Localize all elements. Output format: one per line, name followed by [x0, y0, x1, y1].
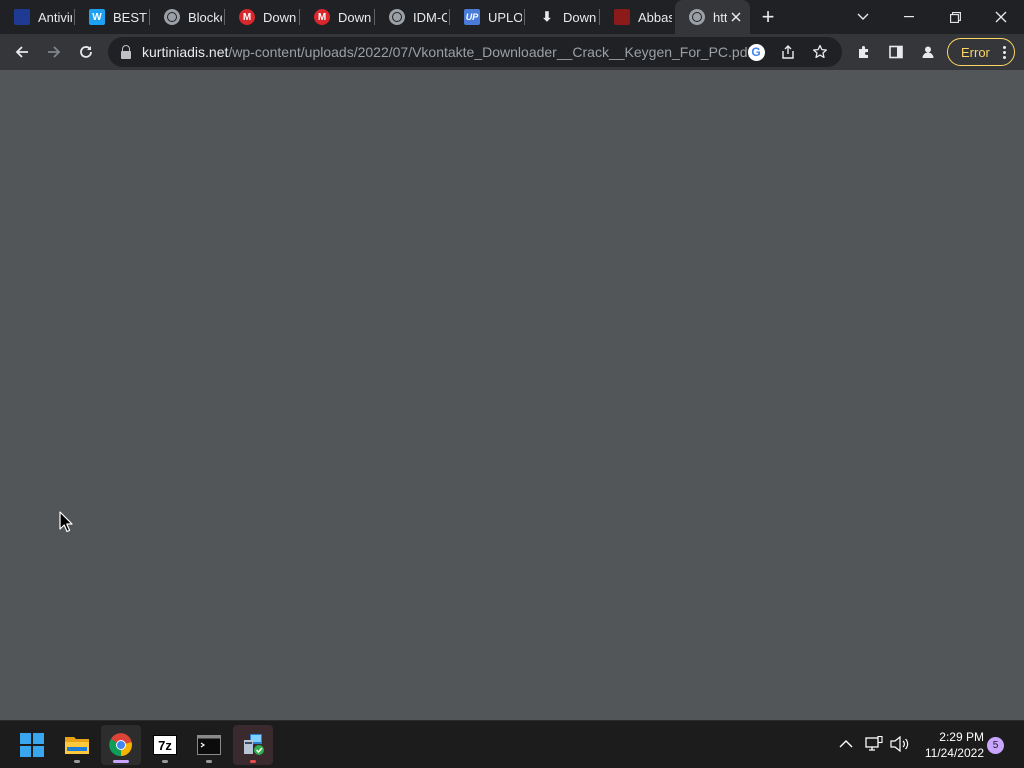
- google-icon: G: [747, 43, 765, 61]
- up-logo-icon: UP: [464, 9, 480, 25]
- pdf-viewer-area[interactable]: [0, 70, 1024, 720]
- close-icon: [995, 11, 1007, 23]
- omnibox-icons: G: [740, 40, 836, 64]
- side-panel-button[interactable]: [880, 36, 912, 68]
- tab-5[interactable]: M Downl: [300, 0, 375, 34]
- lock-icon[interactable]: [120, 45, 132, 59]
- sync-error-button[interactable]: Error: [947, 38, 1015, 66]
- windows-icon: [20, 733, 44, 757]
- minimize-button[interactable]: [886, 0, 932, 34]
- network-icon[interactable]: [865, 736, 883, 752]
- tab-title: UPLOA: [488, 9, 522, 25]
- taskbar-chrome[interactable]: [101, 725, 141, 765]
- address-bar[interactable]: kurtiniadis.net/wp-content/uploads/2022/…: [108, 37, 842, 67]
- more-menu-icon[interactable]: [1002, 45, 1006, 60]
- globe-icon: [689, 9, 705, 25]
- chevron-down-icon: [857, 13, 869, 20]
- back-button[interactable]: [6, 36, 38, 68]
- browser-toolbar: kurtiniadis.net/wp-content/uploads/2022/…: [0, 34, 1024, 70]
- restore-button[interactable]: [932, 0, 978, 34]
- folder-icon: [65, 737, 89, 754]
- arrow-right-icon: [48, 46, 61, 58]
- tab-4[interactable]: M Downl: [225, 0, 300, 34]
- url-domain: kurtiniadis.net: [142, 44, 229, 60]
- tab-1[interactable]: Antivir: [0, 0, 75, 34]
- tab-search-button[interactable]: [840, 0, 886, 34]
- taskbar: 7z 2:29 PM 11/24/2022 5: [0, 720, 1024, 768]
- site-icon: [614, 9, 630, 25]
- tab-2[interactable]: W BEST I: [75, 0, 150, 34]
- show-hidden-icons-chevron-icon[interactable]: [839, 739, 853, 749]
- terminal-icon: [197, 735, 221, 755]
- svg-text:7z: 7z: [158, 738, 172, 753]
- system-clock[interactable]: 2:29 PM 11/24/2022: [918, 729, 984, 761]
- w-logo-icon: W: [89, 9, 105, 25]
- tab-title: Downl: [563, 9, 597, 25]
- taskbar-file-explorer[interactable]: [57, 725, 97, 765]
- tab-title: Blocke: [188, 9, 222, 25]
- google-lens-button[interactable]: G: [740, 40, 772, 64]
- reload-button[interactable]: [70, 36, 102, 68]
- mega-icon: M: [314, 9, 330, 25]
- 7zip-icon: 7z: [153, 735, 177, 755]
- profile-icon: [922, 46, 934, 58]
- arrow-left-icon: [15, 46, 28, 58]
- extensions-button[interactable]: [848, 36, 880, 68]
- installer-icon: [244, 734, 264, 755]
- mouse-cursor-icon: [59, 511, 73, 533]
- clock-time: 2:29 PM: [939, 730, 984, 744]
- puzzle-icon: [859, 46, 868, 58]
- tab-7[interactable]: UP UPLOA: [450, 0, 525, 34]
- toolbar-actions: [848, 36, 944, 68]
- star-icon: [812, 44, 828, 59]
- window-controls: [840, 0, 1024, 34]
- start-button[interactable]: [12, 725, 52, 765]
- share-icon: [782, 45, 794, 59]
- volume-icon[interactable]: [890, 736, 910, 752]
- tab-title: IDM-C: [413, 9, 447, 25]
- tab-title: Antivir: [38, 9, 72, 25]
- tab-9[interactable]: Abbas: [600, 0, 675, 34]
- tab-6[interactable]: IDM-C: [375, 0, 450, 34]
- taskbar-installer[interactable]: [233, 725, 273, 765]
- tab-title: BEST I: [113, 9, 147, 25]
- shield-icon: [14, 9, 30, 25]
- forward-button[interactable]: [38, 36, 70, 68]
- new-tab-button[interactable]: +: [750, 0, 786, 34]
- error-label: Error: [961, 44, 990, 60]
- close-tab-icon[interactable]: [728, 9, 744, 25]
- tab-title: Downl: [263, 9, 297, 25]
- share-button[interactable]: [772, 40, 804, 64]
- download-icon: ⬇: [541, 9, 553, 24]
- minimize-icon: [904, 16, 914, 18]
- taskbar-terminal[interactable]: [189, 725, 229, 765]
- tab-8[interactable]: ⬇ Downl: [525, 0, 600, 34]
- tab-10[interactable]: htt: [675, 0, 750, 34]
- tab-title: Downl: [338, 9, 372, 25]
- tab-list: AntivirWBEST IBlockeMDownlMDownlIDM-CUPU…: [0, 0, 750, 34]
- mega-icon: M: [239, 9, 255, 25]
- url-text[interactable]: kurtiniadis.net/wp-content/uploads/2022/…: [142, 44, 751, 60]
- globe-icon: [164, 9, 180, 25]
- clock-date: 11/24/2022: [924, 746, 984, 760]
- close-window-button[interactable]: [978, 0, 1024, 34]
- globe-icon: [389, 9, 405, 25]
- url-path: /wp-content/uploads/2022/07/Vkontakte_Do…: [228, 44, 752, 60]
- bookmark-button[interactable]: [804, 40, 836, 64]
- side-panel-icon: [889, 45, 903, 59]
- restore-icon: [949, 11, 961, 23]
- chrome-icon: [109, 733, 132, 757]
- taskbar-7zip[interactable]: 7z: [145, 725, 185, 765]
- tab-3[interactable]: Blocke: [150, 0, 225, 34]
- profile-button[interactable]: [912, 36, 944, 68]
- tab-strip: AntivirWBEST IBlockeMDownlMDownlIDM-CUPU…: [0, 0, 1024, 34]
- tab-title: Abbas: [638, 9, 672, 25]
- notification-badge[interactable]: 5: [987, 737, 1004, 754]
- reload-icon: [80, 46, 92, 58]
- tab-title: htt: [713, 9, 727, 25]
